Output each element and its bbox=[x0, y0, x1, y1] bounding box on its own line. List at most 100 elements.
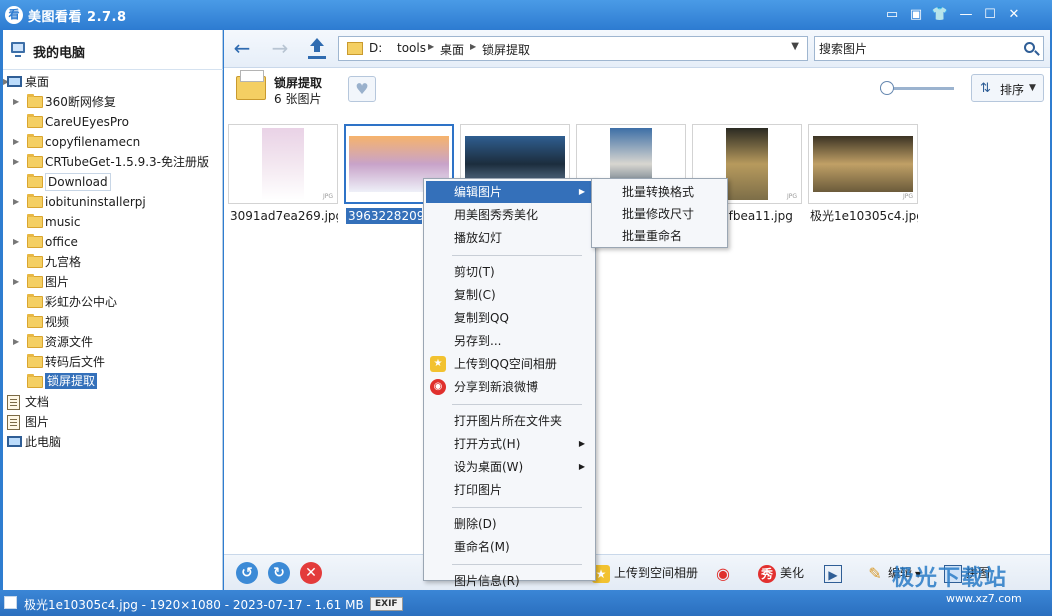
tree-item[interactable]: 九宫格 bbox=[3, 252, 223, 272]
thumbnail-filename[interactable]: cfbea11.jpg bbox=[722, 208, 793, 224]
tree-item[interactable]: ▶ copyfilenamecn bbox=[3, 132, 223, 152]
thumbnail-filename[interactable]: 3091ad7ea269.jpg bbox=[230, 208, 338, 224]
app-logo-icon: 看 bbox=[5, 6, 23, 24]
tree-item-label: 转码后文件 bbox=[45, 355, 106, 369]
minimize-button[interactable]: — bbox=[956, 5, 976, 25]
folder-icon bbox=[27, 94, 43, 108]
submenu-item[interactable]: 批量重命名 bbox=[594, 225, 725, 247]
context-menu-item[interactable]: 复制(C) bbox=[426, 284, 593, 306]
back-button[interactable]: ← bbox=[230, 36, 254, 60]
sort-button[interactable]: ⇅ 排序 ▼ bbox=[971, 74, 1044, 102]
expand-arrow-icon[interactable]: ▶ bbox=[13, 192, 19, 212]
context-menu-item[interactable]: 打开图片所在文件夹 bbox=[426, 410, 593, 432]
thumbnail-filename[interactable]: 396322820937 bbox=[346, 208, 422, 224]
expand-arrow-icon[interactable]: ▶ bbox=[13, 272, 19, 292]
expand-arrow-icon[interactable]: ▶ bbox=[13, 92, 19, 112]
pencil-icon: ✎ bbox=[868, 563, 882, 583]
address-segment-desktop[interactable]: 桌面 bbox=[440, 41, 464, 58]
context-menu-item[interactable]: 图片信息(R) bbox=[426, 570, 593, 592]
doc-icon bbox=[7, 395, 20, 410]
favorite-button[interactable]: ♥ bbox=[348, 76, 376, 102]
tree-item[interactable]: 图片 bbox=[3, 412, 223, 432]
thumbnail[interactable]: JPG bbox=[228, 124, 338, 204]
address-segment-current[interactable]: 锁屏提取 bbox=[482, 41, 530, 58]
chevron-right-icon[interactable]: ▶ bbox=[470, 42, 476, 51]
chat-icon[interactable]: ▭ bbox=[882, 5, 902, 25]
search-icon[interactable] bbox=[1024, 42, 1035, 53]
forward-button[interactable]: → bbox=[268, 36, 292, 60]
context-menu-item[interactable]: 剪切(T) bbox=[426, 261, 593, 283]
upload-album-button[interactable]: ★ 上传到空间相册 bbox=[592, 563, 698, 583]
tree-item[interactable]: 文档 bbox=[3, 392, 223, 412]
tree-item[interactable]: music bbox=[3, 212, 223, 232]
rotate-left-button[interactable]: ↺ bbox=[236, 562, 258, 584]
tree-item[interactable]: Download bbox=[3, 172, 223, 192]
thumbnail-image bbox=[726, 128, 768, 200]
tree-item[interactable]: ▶ CRTubeGet-1.5.9.3-免注册版 bbox=[3, 152, 223, 172]
close-button[interactable]: ✕ bbox=[1004, 5, 1024, 25]
context-menu-item[interactable]: 删除(D) bbox=[426, 513, 593, 535]
context-menu-label: 复制(C) bbox=[454, 288, 496, 302]
tree-item[interactable]: 视频 bbox=[3, 312, 223, 332]
submenu-item[interactable]: 批量修改尺寸 bbox=[594, 203, 725, 225]
address-drive[interactable]: D: bbox=[369, 41, 382, 55]
context-menu-item[interactable]: 编辑图片 ▶ bbox=[426, 181, 593, 203]
edit-submenu: 批量转换格式 批量修改尺寸 批量重命名 bbox=[591, 178, 728, 248]
tree-item-label: 彩虹办公中心 bbox=[45, 295, 118, 309]
slideshow-button[interactable]: ▶ bbox=[824, 563, 846, 583]
context-menu-label: 剪切(T) bbox=[454, 265, 495, 279]
context-menu-item[interactable]: 打印图片 bbox=[426, 479, 593, 501]
tree-item[interactable]: 彩虹办公中心 bbox=[3, 292, 223, 312]
tree-item[interactable]: ▶桌面 bbox=[3, 72, 223, 92]
beautify-button[interactable]: 秀美化 bbox=[758, 563, 804, 583]
context-menu-item[interactable]: 复制到QQ bbox=[426, 307, 593, 329]
rotate-right-button[interactable]: ↻ bbox=[268, 562, 290, 584]
menu-separator bbox=[452, 404, 582, 405]
sidebar-header[interactable]: 我的电脑 bbox=[3, 30, 223, 70]
context-menu-item[interactable]: ★ 上传到QQ空间相册 bbox=[426, 353, 593, 375]
address-segment-tools[interactable]: tools bbox=[397, 41, 426, 55]
search-input[interactable] bbox=[819, 40, 1009, 58]
exif-button[interactable]: EXIF bbox=[370, 597, 403, 611]
tree-item[interactable]: ▶ iobituninstallerpj bbox=[3, 192, 223, 212]
weibo-button[interactable]: ◉ bbox=[714, 563, 736, 583]
tree-item[interactable]: ▶ 360断网修复 bbox=[3, 92, 223, 112]
thumbnail-filename[interactable]: 极光1e10305c4.jpg bbox=[810, 208, 918, 224]
chevron-right-icon[interactable]: ▶ bbox=[428, 42, 434, 51]
context-menu-item[interactable]: 设为桌面(W) ▶ bbox=[426, 456, 593, 478]
context-menu-item[interactable]: 打开方式(H) ▶ bbox=[426, 433, 593, 455]
thumbnail[interactable]: JPG bbox=[808, 124, 918, 204]
watermark-url: www.xz7.com bbox=[946, 592, 1022, 605]
tree-item[interactable]: ▶ office bbox=[3, 232, 223, 252]
expand-arrow-icon[interactable]: ▶ bbox=[13, 232, 19, 252]
maximize-button[interactable]: ☐ bbox=[980, 5, 1000, 25]
context-menu-item[interactable]: 播放幻灯 bbox=[426, 227, 593, 249]
menu-icon[interactable]: ▣ bbox=[906, 5, 926, 25]
expand-arrow-icon[interactable]: ▶ bbox=[13, 152, 19, 172]
tree-item-label: 视频 bbox=[45, 315, 70, 329]
chevron-down-icon[interactable]: ▼ bbox=[791, 41, 799, 52]
delete-button[interactable]: ✕ bbox=[300, 562, 322, 584]
context-menu-item[interactable]: ◉ 分享到新浪微博 bbox=[426, 376, 593, 398]
file-type-tag: JPG bbox=[322, 193, 333, 200]
expand-arrow-icon[interactable]: ▶ bbox=[13, 332, 19, 352]
address-bar[interactable]: D: tools ▶ 桌面 ▶ 锁屏提取 ▼ bbox=[338, 36, 808, 61]
tree-item[interactable]: 此电脑 bbox=[3, 432, 223, 452]
submenu-item[interactable]: 批量转换格式 bbox=[594, 181, 725, 203]
qzone-icon: ★ bbox=[430, 356, 446, 372]
tree-item[interactable]: ▶ 图片 bbox=[3, 272, 223, 292]
skin-icon[interactable]: 👕 bbox=[930, 5, 950, 25]
context-menu-item[interactable]: 重命名(M) bbox=[426, 536, 593, 558]
tree-item[interactable]: CareUEyesPro bbox=[3, 112, 223, 132]
folder-icon bbox=[27, 254, 43, 268]
up-folder-icon[interactable] bbox=[308, 38, 326, 58]
context-menu-item[interactable]: 另存到... bbox=[426, 330, 593, 352]
submenu-arrow-icon: ▶ bbox=[578, 187, 585, 196]
expand-arrow-icon[interactable]: ▶ bbox=[13, 132, 19, 152]
tree-item[interactable]: 锁屏提取 bbox=[3, 372, 223, 392]
tree-item[interactable]: ▶ 资源文件 bbox=[3, 332, 223, 352]
tree-item[interactable]: 转码后文件 bbox=[3, 352, 223, 372]
weibo-icon: ◉ bbox=[430, 379, 446, 395]
context-menu-item[interactable]: 用美图秀秀美化 bbox=[426, 204, 593, 226]
zoom-slider-handle[interactable] bbox=[880, 81, 894, 95]
